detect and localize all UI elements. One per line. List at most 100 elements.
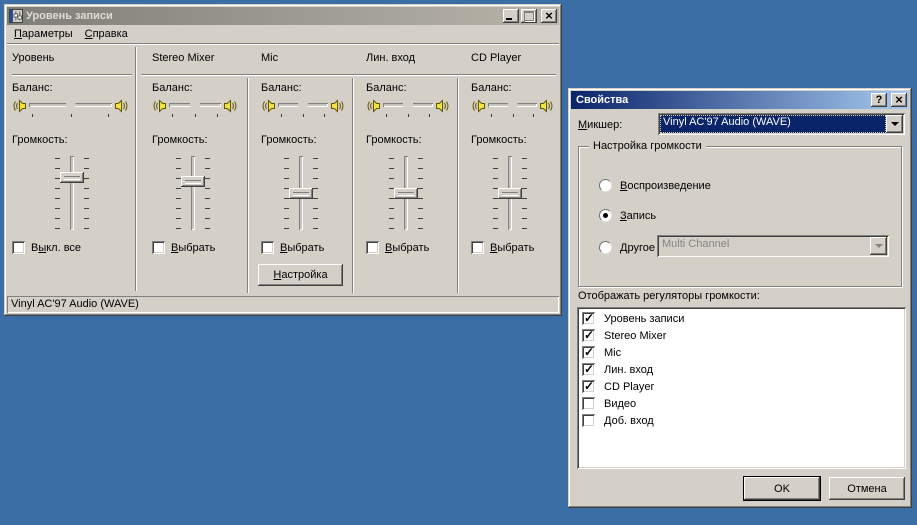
radio-playback[interactable]: Воспроизведение [599, 179, 711, 192]
slider-ticks [176, 158, 181, 229]
balance-thumb[interactable] [66, 95, 76, 112]
item-label: Лин. вход [604, 364, 653, 376]
channel-title: CD Player [471, 52, 521, 64]
speaker-right-icon [115, 99, 129, 113]
radio-circle[interactable] [599, 209, 612, 222]
radio-circle[interactable] [599, 179, 612, 192]
list-item[interactable]: Mic [580, 344, 906, 361]
checkbox-box[interactable] [12, 241, 25, 254]
checkbox-label: Выбрать [171, 242, 215, 254]
menu-item-options[interactable]: Параметры [8, 26, 79, 43]
balance-slider[interactable] [278, 95, 328, 117]
list-item[interactable]: Видео [580, 395, 906, 412]
ok-button[interactable]: OK [744, 477, 820, 500]
volume-label: Громкость: [12, 134, 68, 146]
balance-slider[interactable] [169, 95, 221, 117]
slider-ticks [205, 158, 210, 229]
checkbox-box[interactable] [152, 241, 165, 254]
item-label: Доб. вход [604, 415, 654, 427]
volume-label: Громкость: [471, 134, 527, 146]
dialog-title: Свойства [576, 94, 869, 106]
volume-slider[interactable] [384, 155, 428, 231]
item-checkbox[interactable] [582, 414, 595, 427]
channel-title: Mic [261, 52, 278, 64]
window-title: Уровень записи [26, 10, 501, 22]
radio-recording[interactable]: Запись [599, 209, 656, 222]
item-checkbox[interactable] [582, 346, 595, 359]
maximize-button [521, 9, 537, 23]
item-checkbox[interactable] [582, 397, 595, 410]
item-checkbox[interactable] [582, 363, 595, 376]
volume-thumb[interactable] [394, 188, 418, 199]
list-item[interactable]: Уровень записи [580, 310, 906, 327]
speaker-right-icon [436, 99, 450, 113]
radio-label: Запись [620, 210, 656, 222]
volume-slider[interactable] [279, 155, 323, 231]
controls-listbox[interactable]: Уровень записи Stereo Mixer Mic Лин. вхо… [577, 307, 906, 469]
balance-slider[interactable] [29, 95, 112, 117]
balance-slider[interactable] [383, 95, 433, 117]
checkbox-box[interactable] [366, 241, 379, 254]
group-title: Настройка громкости [589, 140, 706, 152]
balance-control [152, 95, 238, 117]
menu-item-help[interactable]: Справка [79, 26, 134, 43]
balance-thumb[interactable] [298, 95, 308, 112]
titlebar[interactable]: Свойства [571, 91, 909, 109]
close-button[interactable] [541, 9, 557, 23]
checkbox-label: Выбрать [280, 242, 324, 254]
help-button[interactable] [871, 93, 887, 107]
combo-arrow-button[interactable] [886, 115, 903, 133]
item-label: Видео [604, 398, 636, 410]
volume-slider[interactable] [171, 155, 215, 231]
channel-stereo-mixer: Stereo Mixer Баланс: Громкость: Выбрать [140, 45, 245, 293]
other-combobox-value: Multi Channel [659, 237, 870, 255]
list-item[interactable]: Доб. вход [580, 412, 906, 429]
titlebar[interactable]: Уровень записи [7, 7, 559, 25]
balance-thumb[interactable] [508, 95, 518, 112]
select-checkbox[interactable]: Выбрать [366, 241, 429, 254]
item-checkbox[interactable] [582, 329, 595, 342]
item-label: Уровень записи [604, 313, 684, 325]
channel-title: Уровень [12, 52, 54, 64]
select-checkbox[interactable]: Выбрать [152, 241, 215, 254]
select-checkbox[interactable]: Выбрать [471, 241, 534, 254]
volume-thumb[interactable] [289, 188, 313, 199]
volume-slider[interactable] [50, 155, 94, 231]
volume-thumb[interactable] [498, 188, 522, 199]
recording-level-window: Уровень записи Параметры Справка Уровень… [4, 4, 562, 316]
item-checkbox[interactable] [582, 312, 595, 325]
volume-label: Громкость: [261, 134, 317, 146]
volume-slider[interactable] [488, 155, 532, 231]
list-item[interactable]: CD Player [580, 378, 906, 395]
radio-circle[interactable] [599, 241, 612, 254]
minimize-button[interactable] [503, 9, 519, 23]
mixer-combobox[interactable]: Vinyl AC'97 Audio (WAVE) [658, 113, 905, 135]
volume-thumb[interactable] [181, 176, 205, 187]
balance-thumb[interactable] [190, 95, 200, 112]
balance-label: Баланс: [261, 82, 302, 94]
checkbox-box[interactable] [261, 241, 274, 254]
radio-label: Воспроизведение [620, 180, 711, 192]
list-item[interactable]: Лин. вход [580, 361, 906, 378]
radio-other[interactable]: Другое [599, 241, 655, 254]
item-checkbox[interactable] [582, 380, 595, 393]
slider-ticks [522, 158, 527, 229]
balance-slider[interactable] [488, 95, 537, 117]
item-label: Stereo Mixer [604, 330, 666, 342]
mixer-label: Микшер: [578, 119, 622, 131]
cancel-button[interactable]: Отмена [829, 477, 905, 500]
balance-thumb[interactable] [403, 95, 413, 112]
volume-thumb[interactable] [60, 172, 84, 183]
list-item[interactable]: Stereo Mixer [580, 327, 906, 344]
mute-all-checkbox[interactable]: Выкл. все [12, 241, 81, 254]
checkbox-label: Выбрать [490, 242, 534, 254]
balance-label: Баланс: [12, 82, 53, 94]
volume-settings-group: Настройка громкости Воспроизведение Запи… [578, 146, 902, 287]
advanced-button[interactable]: Настройка [258, 264, 343, 286]
channel-title: Stereo Mixer [152, 52, 214, 64]
select-checkbox[interactable]: Выбрать [261, 241, 324, 254]
menu-bar: Параметры Справка [7, 25, 559, 43]
checkbox-box[interactable] [471, 241, 484, 254]
close-button[interactable] [891, 93, 907, 107]
speaker-right-icon [331, 99, 345, 113]
